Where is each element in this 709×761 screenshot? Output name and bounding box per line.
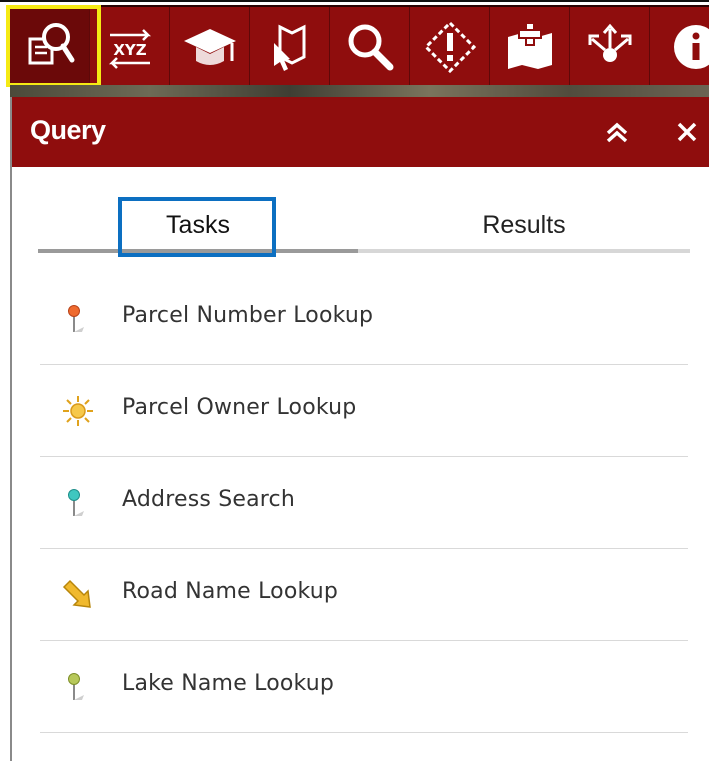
pushpin-green-icon (68, 673, 84, 700)
task-list: Parcel Number Lookup Parcel Owner Lookup… (40, 273, 688, 733)
task-parcel-owner-lookup[interactable]: Parcel Owner Lookup (40, 365, 688, 457)
select-map-icon (274, 24, 306, 71)
panel-header: Query (12, 97, 709, 167)
tab-tasks-underline (38, 249, 358, 253)
query-tool-button[interactable] (10, 7, 90, 87)
share-icon (588, 23, 632, 62)
graduation-cap-icon (184, 29, 236, 65)
tab-tasks[interactable]: Tasks (38, 197, 358, 253)
info-icon (674, 25, 709, 69)
info-tool-button[interactable] (650, 7, 709, 87)
incident-alert-icon (423, 20, 477, 74)
tab-tasks-label: Tasks (166, 211, 230, 239)
query-icon (28, 23, 75, 65)
tab-results-underline (358, 249, 690, 253)
sun-icon (63, 396, 93, 426)
task-parcel-number-lookup[interactable]: Parcel Number Lookup (40, 273, 688, 365)
task-label: Road Name Lookup (122, 579, 339, 604)
share-tool-button[interactable] (570, 7, 650, 87)
search-tool-button[interactable] (330, 7, 410, 87)
widget-toolbar: XYZ (10, 5, 709, 87)
query-panel: Query Tasks Results Parcel Number Lookup… (10, 97, 709, 761)
select-tool-button[interactable] (250, 7, 330, 87)
arrow-down-right-icon (62, 579, 91, 608)
close-icon (677, 122, 697, 142)
add-to-map-icon (508, 22, 552, 69)
tab-results[interactable]: Results (358, 197, 690, 253)
close-button[interactable] (672, 117, 702, 147)
education-tool-button[interactable] (170, 7, 250, 87)
coordinate-xyz-icon: XYZ (108, 29, 152, 69)
task-road-name-lookup[interactable]: Road Name Lookup (40, 549, 688, 641)
tab-results-label: Results (482, 211, 566, 239)
pushpin-teal-icon (68, 489, 84, 516)
task-label: Address Search (122, 487, 295, 512)
panel-title: Query (30, 115, 106, 145)
collapse-button[interactable] (602, 117, 632, 147)
task-label: Parcel Number Lookup (122, 303, 374, 328)
pushpin-orange-icon (68, 305, 84, 332)
incident-tool-button[interactable] (410, 7, 490, 87)
double-chevron-up-icon (606, 122, 628, 143)
task-address-search[interactable]: Address Search (40, 457, 688, 549)
task-lake-name-lookup[interactable]: Lake Name Lookup (40, 641, 688, 733)
window-top-border (0, 0, 709, 2)
task-label: Parcel Owner Lookup (122, 395, 357, 420)
query-tabs: Tasks Results (38, 197, 690, 257)
map-preview-strip (10, 85, 709, 97)
task-label: Lake Name Lookup (122, 671, 335, 696)
search-icon (348, 24, 394, 71)
add-data-tool-button[interactable] (490, 7, 570, 87)
coordinate-tool-button[interactable]: XYZ (90, 7, 170, 87)
svg-text:XYZ: XYZ (113, 41, 146, 59)
